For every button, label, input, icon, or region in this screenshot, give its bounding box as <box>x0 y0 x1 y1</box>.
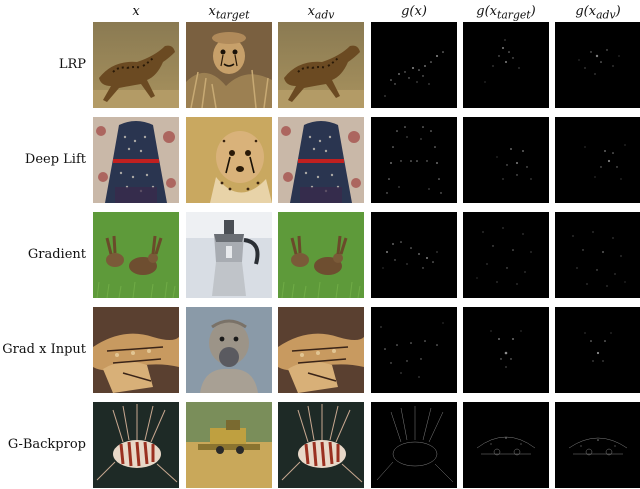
image-x-cheetah-running <box>93 22 179 108</box>
image-x-lionfish <box>93 402 179 488</box>
image-x-adv-lionfish <box>278 402 364 488</box>
col-header-x-label: x <box>132 4 140 19</box>
col-header-g-x-label: g(x) <box>401 4 427 19</box>
image-x-patterned-dress <box>93 117 179 203</box>
image-x-adv-patterned-dress <box>278 117 364 203</box>
col-header-x-target-sub: target <box>215 8 250 22</box>
heatmap-g-x-g-backprop <box>371 402 457 488</box>
row-label-g-backprop: G-Backprop <box>7 437 86 452</box>
figure-grid: x xtarget xadv g(x) g(xtarget) g(xadv) L… <box>0 0 640 489</box>
col-header-g-x-adv-suffix: ) <box>615 4 621 19</box>
row-label-lrp: LRP <box>58 57 86 72</box>
col-header-g-x-target: g(xtarget) <box>463 3 549 22</box>
col-header-x-adv: xadv <box>278 3 364 22</box>
image-x-two-hares <box>93 212 179 298</box>
heatmap-g-x-adv-gradient <box>555 212 640 298</box>
col-header-x-target: xtarget <box>186 3 272 22</box>
heatmap-g-x-deep-lift <box>371 117 457 203</box>
image-x-target-cheetah-cubs <box>186 22 272 108</box>
heatmap-g-x-target-lrp <box>463 22 549 108</box>
col-header-g-x-target-sub: target <box>496 8 531 22</box>
col-header-x: x <box>93 3 179 21</box>
image-x-adv-lobster <box>278 307 364 393</box>
row-label-gradient: Gradient <box>27 247 86 262</box>
col-header-x-target-label: x <box>208 4 216 19</box>
image-x-lobster <box>93 307 179 393</box>
heatmap-g-x-adv-deep-lift <box>555 117 640 203</box>
row-label-grad-x-input: Grad x Input <box>2 342 86 357</box>
heatmap-g-x-lrp <box>371 22 457 108</box>
heatmap-g-x-adv-g-backprop <box>555 402 640 488</box>
image-x-target-espresso-maker <box>186 212 272 298</box>
heatmap-g-x-adv-grad-x-input <box>555 307 640 393</box>
col-header-g-x-adv-label: g(x <box>575 4 597 19</box>
col-header-g-x: g(x) <box>371 3 457 21</box>
col-header-g-x-adv: g(xadv) <box>555 3 640 22</box>
image-x-adv-two-hares <box>278 212 364 298</box>
image-x-target-cheetah-face <box>186 117 272 203</box>
image-x-adv-cheetah-running <box>278 22 364 108</box>
image-x-target-baboon <box>186 307 272 393</box>
col-header-g-x-target-label: g(x <box>476 4 497 19</box>
col-header-g-x-adv-sub: adv <box>596 8 616 22</box>
row-label-deep-lift: Deep Lift <box>24 152 86 167</box>
col-header-x-adv-label: x <box>307 4 315 19</box>
heatmap-g-x-adv-lrp <box>555 22 640 108</box>
heatmap-g-x-grad-x-input <box>371 307 457 393</box>
col-header-x-adv-sub: adv <box>314 8 335 22</box>
heatmap-g-x-target-g-backprop <box>463 402 549 488</box>
image-x-target-combine-harvester <box>186 402 272 488</box>
heatmap-g-x-target-gradient <box>463 212 549 298</box>
heatmap-g-x-target-grad-x-input <box>463 307 549 393</box>
heatmap-g-x-target-deep-lift <box>463 117 549 203</box>
col-header-g-x-target-suffix: ) <box>530 4 536 19</box>
heatmap-g-x-gradient <box>371 212 457 298</box>
